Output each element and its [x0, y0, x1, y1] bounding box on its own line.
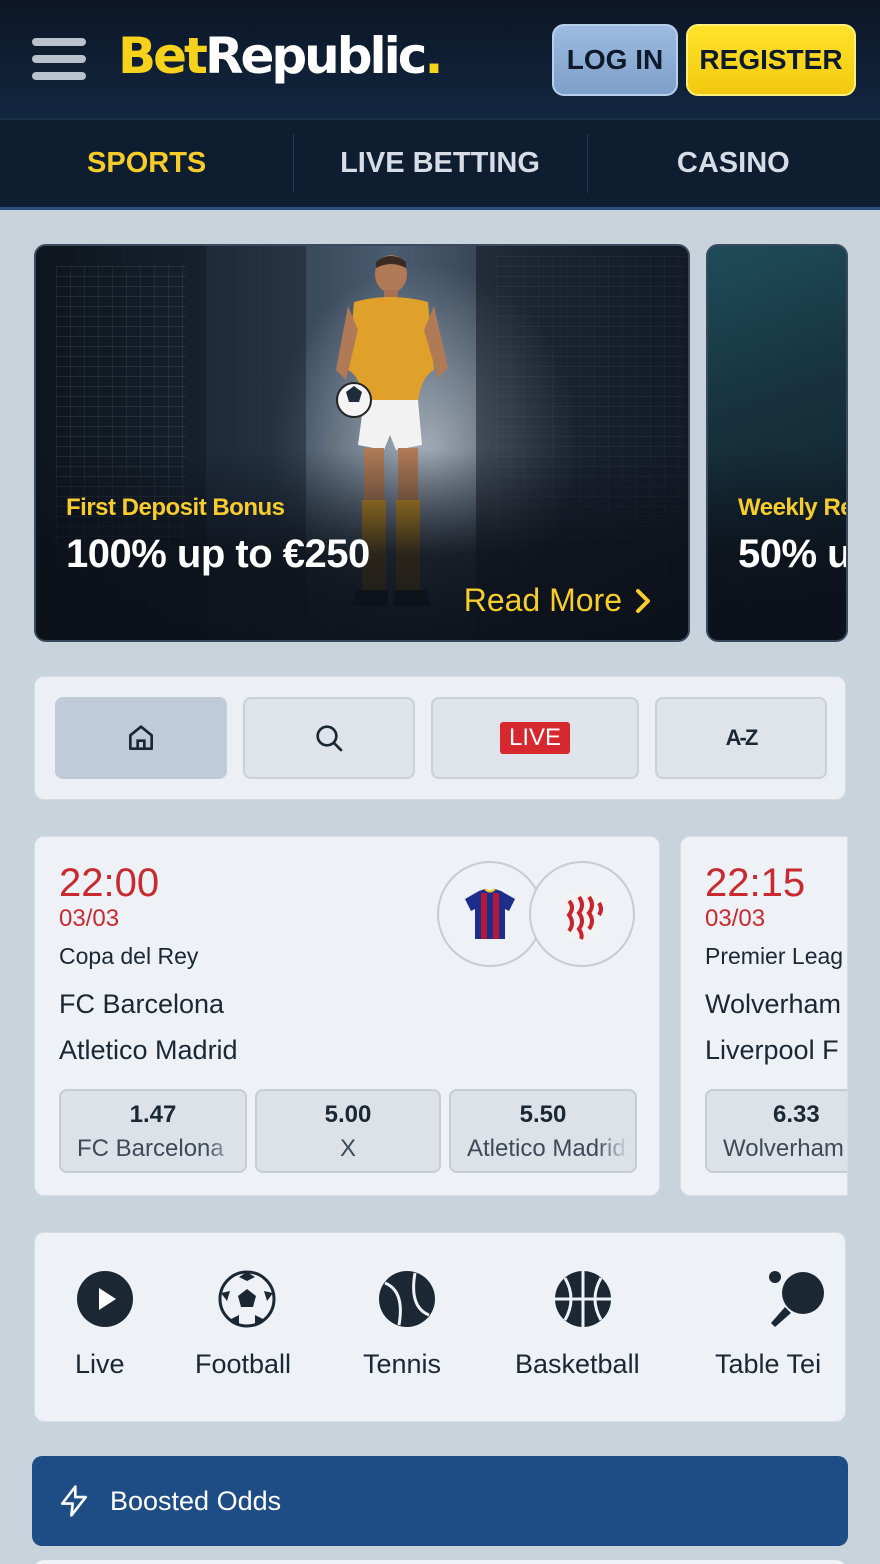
promo-subtitle: First Deposit Bonus [66, 494, 285, 521]
odds-button-draw[interactable]: 5.00 X [255, 1089, 441, 1173]
away-kit-icon [529, 861, 635, 967]
sport-table-tennis[interactable]: Table Tei [715, 1269, 845, 1399]
odds-button-away[interactable]: 5.50 Atletico Madrid [449, 1089, 637, 1173]
promo-banner-first-deposit[interactable]: First Deposit Bonus 100% up to €250 Read… [34, 244, 690, 642]
boosted-odds-label: Boosted Odds [110, 1485, 282, 1516]
login-button[interactable]: LOG IN [552, 24, 678, 96]
odds-label: X [339, 1135, 356, 1162]
football-icon [218, 1270, 276, 1328]
live-filter-button[interactable]: LIVE [431, 697, 639, 779]
promo-title: 50% u [738, 532, 848, 576]
odds-button-home[interactable]: 1.47 FC Barcelona [59, 1089, 247, 1173]
odds-label: Atletico Madrid [467, 1135, 626, 1162]
tab-live-betting[interactable]: LIVE BETTING [293, 120, 586, 207]
match-date: 03/03 [705, 905, 766, 932]
sport-basketball[interactable]: Basketball [515, 1269, 655, 1399]
menu-icon[interactable] [32, 38, 88, 82]
quick-filter-bar: LIVE A-Z [34, 676, 846, 800]
tab-sports[interactable]: SPORTS [0, 120, 293, 207]
tennis-ball-icon [379, 1271, 435, 1327]
match-card[interactable]: 22:15 03/03 Premier Leag Wolverham Liver… [680, 836, 848, 1196]
match-league: Copa del Rey [59, 943, 199, 969]
az-filter-button[interactable]: A-Z [655, 697, 827, 779]
home-team: Wolverham [705, 989, 842, 1019]
next-section-card [34, 1560, 846, 1564]
odds-value: 5.50 [519, 1101, 567, 1128]
match-card[interactable]: 22:00 03/03 Copa del Rey FC Barcelona At… [34, 836, 660, 1196]
away-team: Atletico Madrid [59, 1035, 238, 1065]
search-filter-button[interactable] [243, 697, 415, 779]
table-tennis-icon [769, 1271, 824, 1327]
promo-title: 100% up to €250 [66, 532, 370, 576]
odds-label: FC Barcelona [77, 1135, 224, 1162]
boosted-odds-bar[interactable]: Boosted Odds [32, 1456, 848, 1546]
home-icon [129, 725, 153, 750]
odds-button-home[interactable]: 6.33 Wolverham [705, 1089, 847, 1173]
odds-value: 6.33 [773, 1101, 820, 1128]
match-time: 22:15 [705, 861, 806, 905]
tab-casino[interactable]: CASINO [586, 120, 880, 207]
az-label: A-Z [725, 725, 759, 750]
register-button[interactable]: REGISTER [686, 24, 856, 96]
main-nav: SPORTS LIVE BETTING CASINO [0, 118, 880, 210]
brand-logo[interactable]: BetRepublic. [118, 26, 443, 86]
sports-shortcuts: Live Football Tennis Basketball Table Te… [34, 1232, 846, 1422]
odds-value: 5.00 [324, 1101, 372, 1128]
home-kit-icon [437, 861, 543, 967]
promo-banner-weekly[interactable]: Weekly Re 50% u [706, 244, 848, 642]
play-icon [77, 1271, 133, 1327]
home-team: FC Barcelona [59, 989, 225, 1019]
lightning-icon [60, 1485, 88, 1517]
sport-football[interactable]: Football [195, 1269, 315, 1399]
sport-tennis[interactable]: Tennis [363, 1269, 463, 1399]
search-icon [316, 725, 343, 752]
odds-value: 1.47 [129, 1101, 177, 1128]
top-header: BetRepublic. LOG IN REGISTER [0, 0, 880, 118]
basketball-icon [555, 1271, 611, 1327]
sport-live[interactable]: Live [75, 1269, 175, 1399]
away-team: Liverpool F [705, 1035, 839, 1065]
live-badge: LIVE [499, 722, 571, 754]
home-filter-button[interactable] [55, 697, 227, 779]
promo-subtitle: Weekly Re [738, 494, 848, 521]
match-time: 22:00 [59, 861, 160, 905]
match-league: Premier Leag [705, 943, 844, 969]
odds-label: Wolverham [723, 1135, 844, 1162]
match-date: 03/03 [59, 905, 120, 932]
read-more-link[interactable]: Read More [464, 582, 652, 619]
chevron-right-icon [636, 588, 650, 613]
